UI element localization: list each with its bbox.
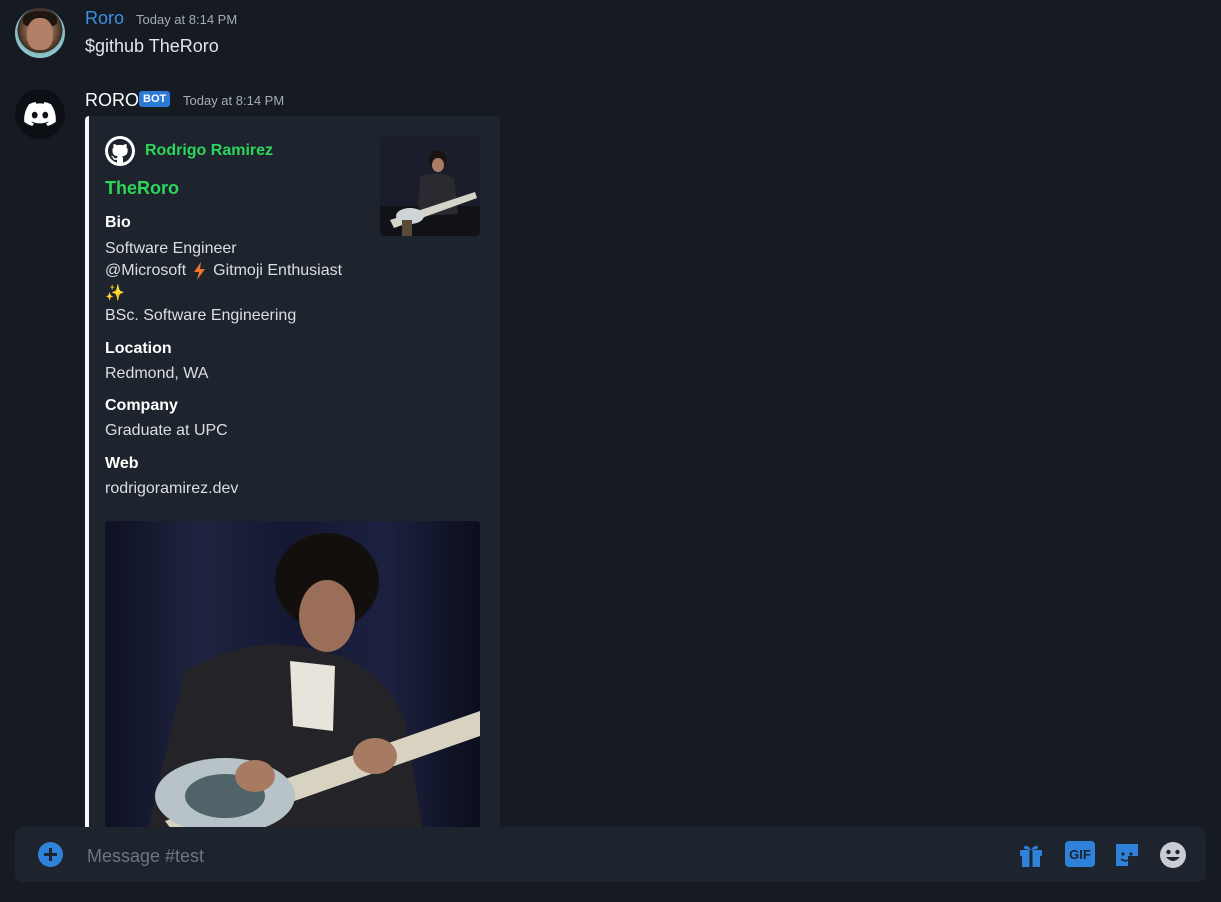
bot-message-timestamp: Today at 8:14 PM: [183, 93, 285, 108]
bio-text-microsoft: @Microsoft: [105, 262, 187, 279]
embed-author: Rodrigo Ramirez: [105, 136, 273, 166]
bot-username[interactable]: RORO: [85, 89, 139, 111]
field-value-bio-line2: @Microsoft Gitmoji Enthusiast: [105, 260, 342, 283]
discord-logo-icon: [24, 102, 56, 126]
bot-badge: BOT: [139, 91, 171, 107]
lightning-icon: [194, 262, 206, 281]
field-value-bio-line4: BSc. Software Engineering: [105, 307, 297, 324]
plus-circle-icon: [44, 848, 57, 861]
field-name-bio: Bio: [105, 214, 131, 231]
sticker-button[interactable]: [1113, 841, 1141, 874]
embed-thumbnail[interactable]: [380, 136, 480, 236]
guitarist-photo: [105, 521, 480, 836]
user-avatar[interactable]: [15, 8, 65, 58]
message-composer: GIF: [15, 827, 1206, 882]
embed-author-name[interactable]: Rodrigo Ramirez: [145, 142, 273, 160]
github-icon: [105, 136, 135, 166]
field-value-bio-line1: Software Engineer: [105, 240, 237, 257]
message-input[interactable]: [85, 840, 989, 872]
thumbnail-guitarist-image: [380, 136, 480, 236]
embed-image[interactable]: [105, 521, 480, 836]
field-name-company: Company: [105, 397, 178, 414]
sparkles-icon: ✨: [105, 285, 125, 302]
bio-text-gitmoji: Gitmoji Enthusiast: [213, 262, 343, 279]
emoji-button[interactable]: [1159, 841, 1187, 874]
avatar-face: [27, 18, 53, 50]
sticker-icon: [1116, 844, 1138, 866]
gift-icon: [1020, 845, 1042, 867]
bot-avatar[interactable]: [15, 89, 65, 139]
field-value-company: Graduate at UPC: [105, 422, 228, 439]
field-value-location: Redmond, WA: [105, 365, 209, 382]
add-attachment-button[interactable]: [38, 842, 63, 867]
smiley-icon: [1160, 842, 1186, 868]
user-message-timestamp: Today at 8:14 PM: [136, 12, 238, 27]
chat-app: Roro Today at 8:14 PM $github TheRoro RO…: [0, 0, 1221, 902]
user-username[interactable]: Roro: [85, 7, 124, 29]
gif-icon: GIF: [1065, 841, 1095, 867]
gift-button[interactable]: [1017, 841, 1045, 874]
field-value-web[interactable]: rodrigoramirez.dev: [105, 478, 238, 501]
gif-button[interactable]: GIF: [1065, 841, 1095, 867]
user-message-text: $github TheRoro: [85, 36, 219, 56]
field-name-web: Web: [105, 455, 139, 472]
embed-title[interactable]: TheRoro: [105, 178, 179, 199]
github-embed: Rodrigo Ramirez TheRoro Bio Software Eng…: [85, 116, 500, 836]
field-name-location: Location: [105, 340, 172, 357]
